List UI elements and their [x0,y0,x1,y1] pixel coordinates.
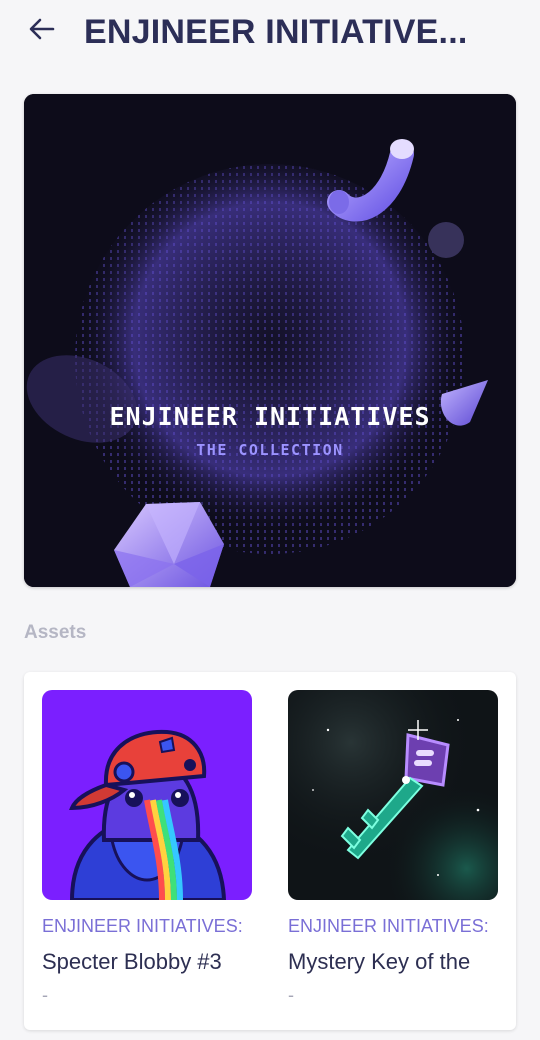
page-title: ENJINEER INITIATIVE... [84,13,468,51]
asset-price: - [288,985,294,1005]
asset-collection-name: ENJINEER INITIATIVES: [288,916,489,936]
mystery-key-image [288,690,498,900]
back-button[interactable] [22,12,62,46]
assets-section-label: Assets [24,622,87,643]
app-header: ENJINEER INITIATIVE... [0,0,540,66]
asset-price: - [42,985,48,1005]
asset-card-mystery-key[interactable]: ENJINEER INITIATIVES: Mystery Key of the… [288,690,500,1006]
banner-subtitle: THE COLLECTION [196,441,344,459]
arrow-left-icon [29,18,55,40]
collection-banner: ENJINEER INITIATIVES THE COLLECTION [24,94,516,587]
asset-name: Mystery Key of the [288,949,471,974]
asset-card-specter-blobby[interactable]: ENJINEER INITIATIVES: Specter Blobby #3 … [42,690,254,1006]
banner-title: ENJINEER INITIATIVES [109,402,431,431]
asset-collection-name: ENJINEER INITIATIVES: [42,916,243,936]
asset-name: Specter Blobby #3 [42,949,222,974]
specter-blobby-image [42,690,252,900]
assets-card: ENJINEER INITIATIVES: Specter Blobby #3 … [24,672,516,1030]
banner-artwork [24,94,516,587]
